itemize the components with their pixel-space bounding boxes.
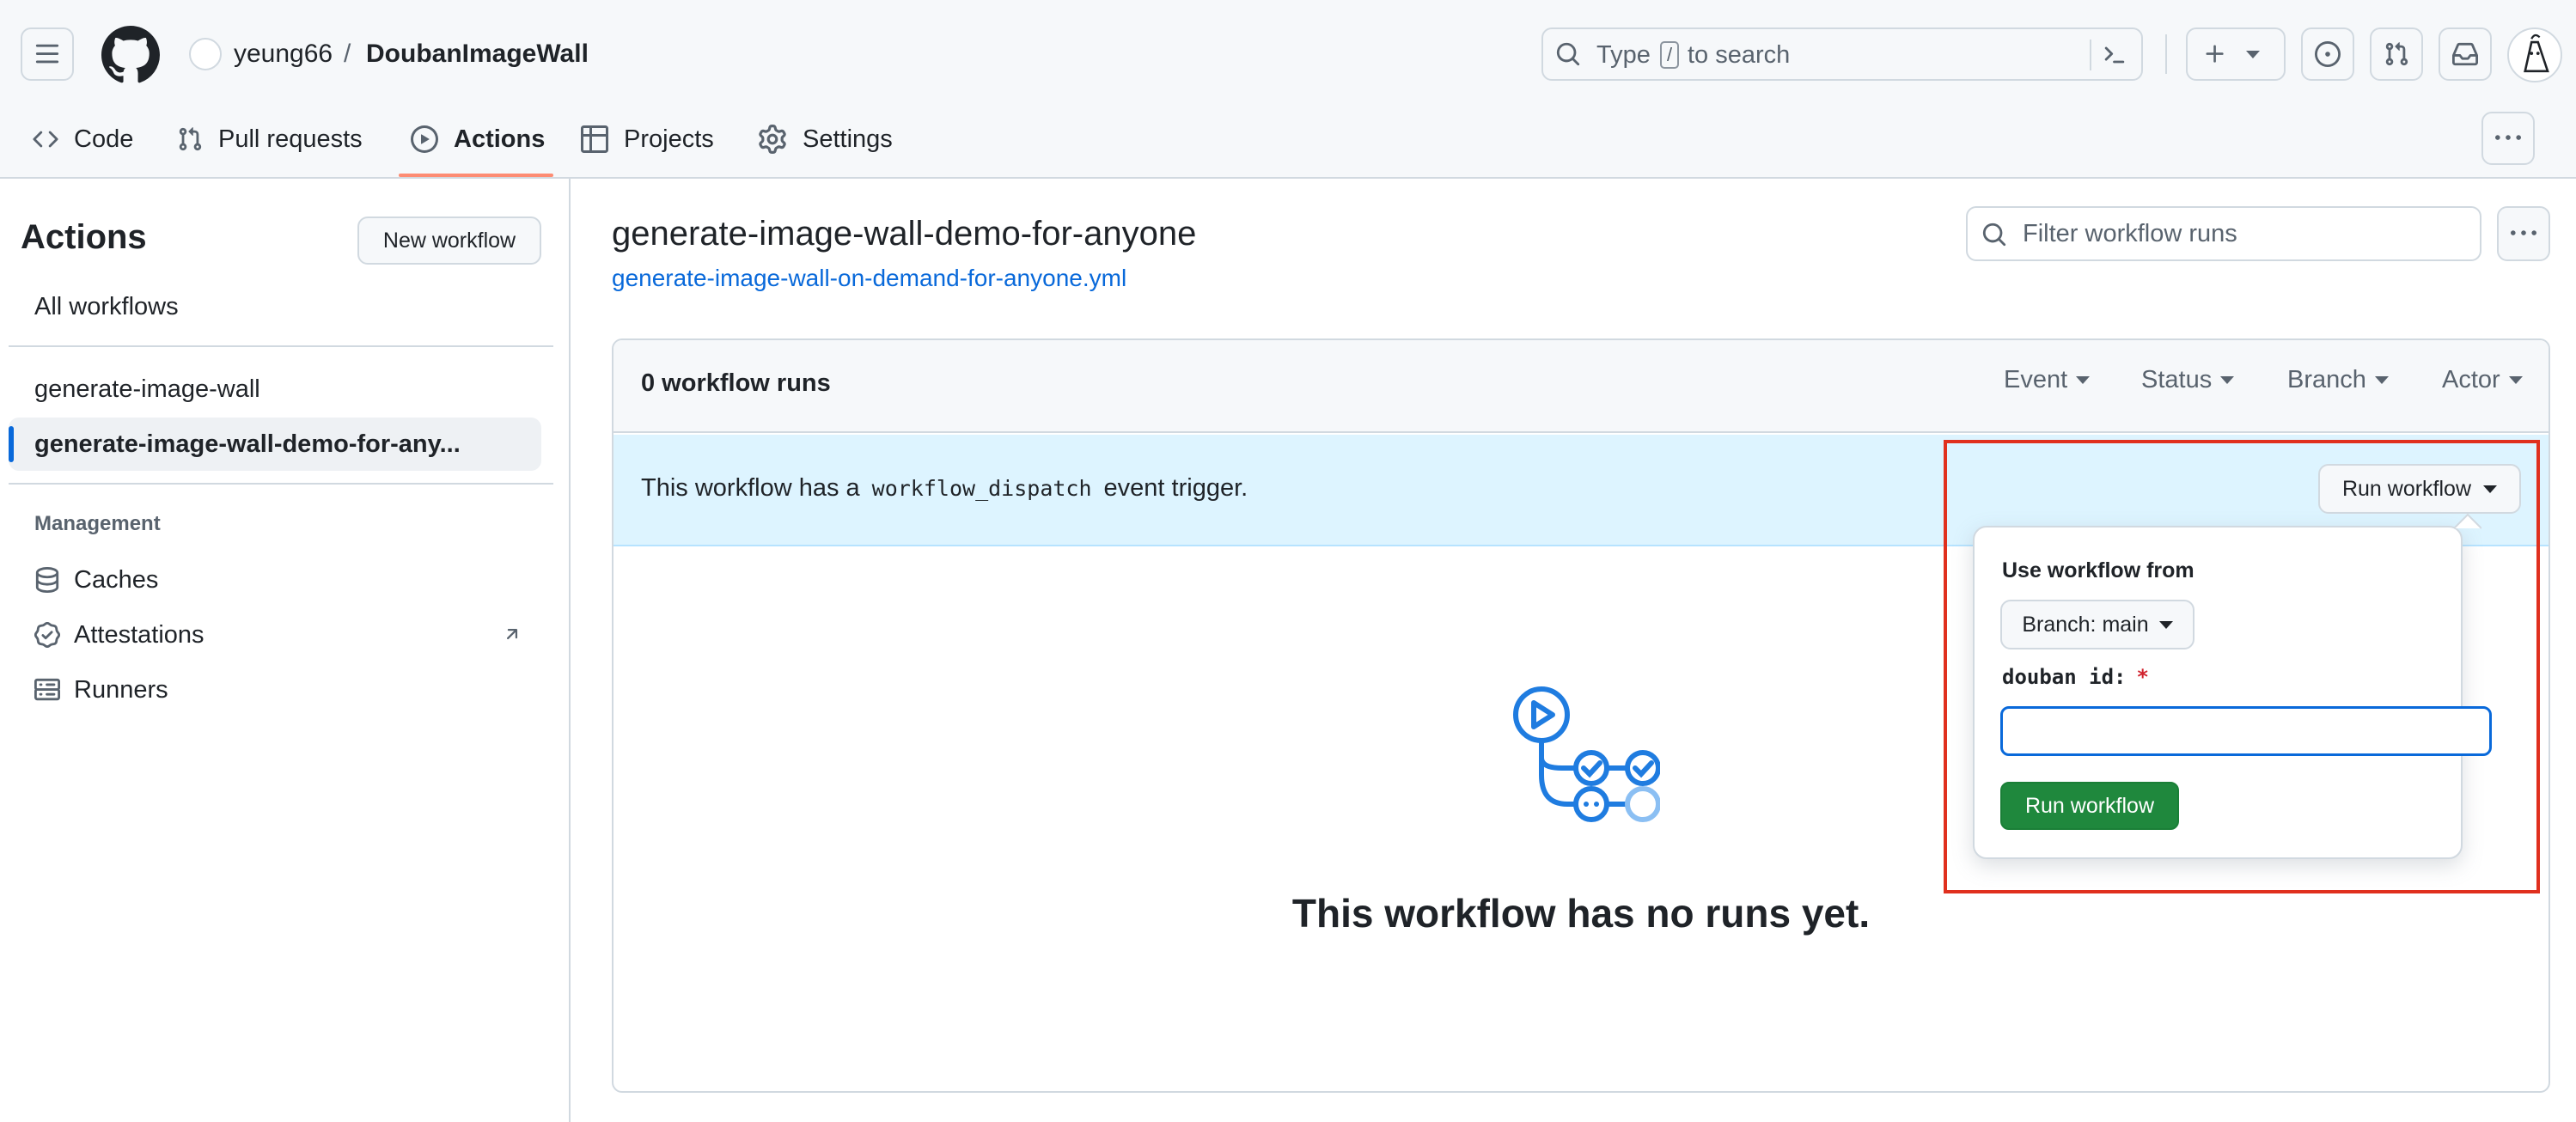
table-icon — [581, 125, 608, 153]
sidebar-item-runners[interactable]: Runners — [9, 663, 541, 716]
filter-placeholder: Filter workflow runs — [2023, 220, 2237, 247]
sidebar-item-label: Attestations — [74, 620, 204, 649]
header-divider — [2165, 34, 2167, 74]
repo-link[interactable]: DoubanImageWall — [366, 37, 589, 71]
database-icon — [35, 567, 59, 593]
banner-code: workflow_dispatch — [871, 476, 1092, 501]
chevron-down-icon — [2246, 50, 2260, 58]
filter-label: Branch — [2287, 366, 2366, 393]
tab-label: Code — [74, 125, 134, 153]
search-divider — [2090, 40, 2091, 70]
selected-indicator — [9, 426, 14, 462]
github-logo-icon[interactable] — [101, 26, 160, 84]
create-new-button[interactable] — [2186, 27, 2286, 81]
filter-label: Event — [2004, 366, 2068, 393]
command-palette-icon[interactable] — [2102, 42, 2127, 68]
filter-runs-input[interactable]: Filter workflow runs — [1966, 206, 2481, 261]
active-tab-indicator — [399, 174, 553, 177]
git-pull-request-icon — [179, 127, 202, 151]
tab-code[interactable]: Code — [33, 113, 133, 165]
tab-actions[interactable]: Actions — [411, 113, 545, 165]
search-icon — [1982, 223, 2006, 247]
play-icon — [411, 125, 438, 153]
runs-count: 0 workflow runs — [641, 369, 831, 397]
sidebar-title: Actions — [21, 218, 147, 256]
tab-label: Pull requests — [218, 125, 363, 153]
workflow-menu-button[interactable] — [2497, 206, 2550, 261]
highlight-annotation-box — [1944, 440, 2540, 893]
sidebar-item-label: All workflows — [34, 292, 179, 320]
sidebar-divider — [9, 483, 553, 485]
filter-event[interactable]: Event — [2004, 366, 2091, 394]
app-header: yeung66 / DoubanImageWall Type / to sear… — [0, 0, 2576, 179]
sidebar-divider — [9, 345, 553, 347]
plus-icon — [2206, 45, 2224, 63]
arrow-up-right-icon — [506, 629, 518, 640]
git-pull-request-icon — [2385, 42, 2408, 66]
tab-label: Actions — [454, 125, 546, 153]
sidebar-item-label: generate-image-wall — [34, 375, 260, 403]
pull-requests-button[interactable] — [2370, 27, 2423, 81]
user-avatar[interactable] — [2507, 27, 2562, 82]
sidebar-border — [569, 179, 571, 1122]
kebab-horizontal-icon — [2511, 230, 2536, 235]
runs-header: 0 workflow runs Event Status Branch Acto… — [613, 340, 2549, 433]
workflow-file-link[interactable]: generate-image-wall-on-demand-for-anyone… — [612, 265, 1126, 292]
tab-label: Projects — [624, 125, 714, 153]
owner-avatar[interactable] — [189, 38, 222, 70]
breadcrumb-separator: / — [344, 40, 351, 68]
owner-link[interactable]: yeung66 — [234, 37, 333, 71]
chevron-down-icon — [2374, 376, 2389, 384]
inbox-button[interactable] — [2439, 27, 2492, 81]
issue-opened-icon — [2315, 41, 2341, 67]
sidebar-item-attestations[interactable]: Attestations — [9, 608, 541, 662]
search-icon — [1556, 42, 1580, 66]
filter-label: Actor — [2442, 366, 2500, 393]
tab-pull-requests[interactable]: Pull requests — [177, 113, 363, 165]
search-prefix: Type — [1596, 41, 1651, 69]
sidebar-item-label: generate-image-wall-demo-for-any... — [34, 430, 461, 458]
sidebar-item-label: Runners — [74, 675, 168, 704]
management-heading: Management — [34, 512, 161, 535]
inbox-icon — [2452, 42, 2478, 66]
filter-status[interactable]: Status — [2141, 366, 2235, 394]
filter-branch[interactable]: Branch — [2287, 366, 2389, 394]
sidebar-item-workflow[interactable]: generate-image-wall — [9, 363, 541, 416]
sidebar-item-workflow-selected[interactable]: generate-image-wall-demo-for-any... — [9, 418, 541, 471]
verified-icon — [34, 622, 60, 648]
tab-label: Settings — [803, 125, 893, 153]
kebab-horizontal-icon — [2495, 135, 2521, 140]
new-workflow-button[interactable]: New workflow — [357, 216, 541, 265]
chevron-down-icon — [2220, 376, 2235, 384]
server-icon — [34, 678, 60, 701]
sidebar-item-caches[interactable]: Caches — [9, 553, 541, 607]
global-search[interactable]: Type / to search — [1541, 27, 2143, 81]
banner-text: This workflow has a workflow_dispatch ev… — [641, 474, 1248, 503]
workflow-empty-state-icon — [1513, 686, 1660, 822]
search-key-hint: / — [1660, 41, 1679, 69]
menu-button[interactable] — [21, 27, 74, 81]
workflow-title: generate-image-wall-demo-for-anyone — [612, 215, 1197, 253]
actions-sidebar: Actions New workflow All workflows gener… — [0, 180, 569, 1122]
hamburger-icon — [35, 44, 59, 64]
code-icon — [33, 131, 58, 148]
empty-state-message: This workflow has no runs yet. — [1291, 891, 1871, 936]
search-suffix: to search — [1688, 41, 1791, 69]
sidebar-item-all-workflows[interactable]: All workflows — [9, 280, 541, 333]
filter-label: Status — [2141, 366, 2213, 393]
more-tabs-button[interactable] — [2481, 112, 2535, 165]
chevron-down-icon — [2076, 376, 2091, 384]
avatar-illustration-icon — [2524, 34, 2549, 73]
sidebar-item-label: Caches — [74, 565, 159, 594]
gear-icon — [759, 125, 786, 154]
tab-projects[interactable]: Projects — [581, 113, 714, 165]
tab-settings[interactable]: Settings — [758, 113, 893, 165]
banner-prefix: This workflow has a — [641, 474, 860, 502]
chevron-down-icon — [2508, 376, 2523, 384]
banner-suffix: event trigger. — [1103, 474, 1248, 502]
issues-button[interactable] — [2301, 27, 2354, 81]
filter-actor[interactable]: Actor — [2442, 366, 2523, 394]
